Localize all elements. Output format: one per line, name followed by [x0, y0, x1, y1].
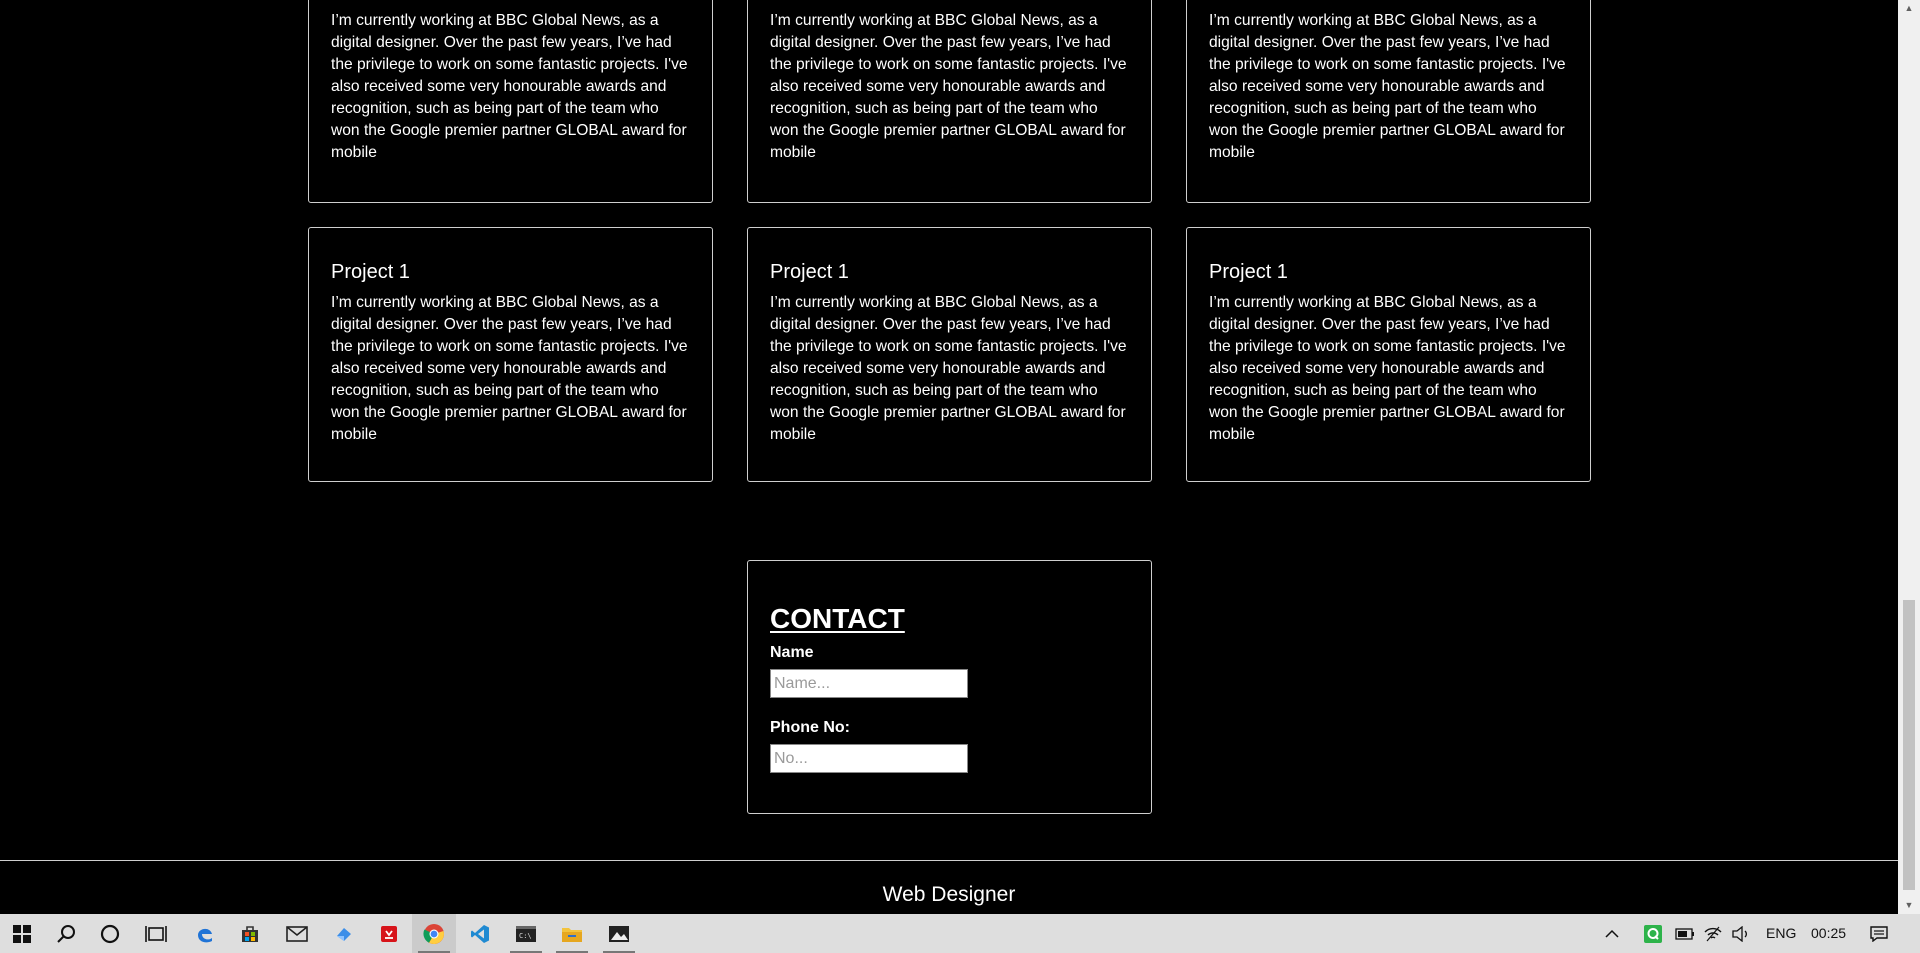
cortana-icon[interactable]	[88, 914, 132, 953]
notifications-icon[interactable]	[1866, 914, 1892, 953]
contact-heading: CONTACT	[770, 603, 905, 634]
project-description: I’m currently working at BBC Global News…	[1209, 12, 1566, 161]
clock[interactable]: 00:25	[1811, 914, 1846, 953]
project-title	[770, 0, 1129, 2]
project-card: I’m currently working at BBC Global News…	[747, 0, 1152, 203]
wifi-icon[interactable]	[1700, 914, 1726, 953]
project-description: I’m currently working at BBC Global News…	[331, 12, 688, 161]
scroll-up-arrow-icon[interactable]: ▲	[1898, 0, 1920, 17]
phone-input[interactable]	[770, 744, 968, 773]
language-indicator[interactable]: ENG	[1766, 914, 1796, 953]
project-description: I’m currently working at BBC Global News…	[331, 294, 688, 443]
terminal-icon[interactable]: C:\	[504, 914, 548, 953]
file-explorer-icon[interactable]	[550, 914, 594, 953]
project-card: Project 1 I’m currently working at BBC G…	[747, 227, 1152, 482]
scrollbar-thumb[interactable]	[1903, 600, 1915, 890]
search-icon[interactable]	[44, 914, 88, 953]
contact-form: CONTACT Name Phone No:	[747, 560, 1152, 814]
photos-icon[interactable]	[597, 914, 641, 953]
web-page: I’m currently working at BBC Global News…	[0, 0, 1898, 914]
project-title: Project 1	[331, 261, 410, 283]
project-description: I’m currently working at BBC Global News…	[1209, 294, 1566, 443]
vertical-scrollbar[interactable]: ▲ ▼	[1898, 0, 1920, 914]
project-title: Project 1	[770, 261, 849, 283]
pdf-icon[interactable]	[367, 914, 411, 953]
project-title	[1209, 0, 1568, 2]
name-input[interactable]	[770, 669, 968, 698]
battery-icon[interactable]	[1672, 914, 1698, 953]
project-card: Project 1 I’m currently working at BBC G…	[1186, 227, 1591, 482]
store-icon[interactable]	[228, 914, 272, 953]
phone-label: Phone No:	[770, 719, 850, 736]
project-card: I’m currently working at BBC Global News…	[1186, 0, 1591, 203]
project-card: I’m currently working at BBC Global News…	[308, 0, 713, 203]
chrome-icon[interactable]	[412, 914, 456, 953]
vscode-icon[interactable]	[458, 914, 502, 953]
task-view-icon[interactable]	[134, 914, 178, 953]
edge-icon[interactable]	[183, 914, 227, 953]
start-icon[interactable]	[0, 914, 44, 953]
app-icon[interactable]	[322, 914, 366, 953]
project-description: I’m currently working at BBC Global News…	[770, 12, 1127, 161]
project-title: Project 1	[1209, 261, 1288, 283]
volume-icon[interactable]	[1728, 914, 1754, 953]
footer-text: Web Designer	[882, 883, 1016, 906]
mail-icon[interactable]	[275, 914, 319, 953]
footer: Web Designer	[0, 860, 1898, 914]
tray-app-icon[interactable]	[1641, 914, 1665, 953]
project-card: Project 1 I’m currently working at BBC G…	[308, 227, 713, 482]
scroll-down-arrow-icon[interactable]: ▼	[1898, 897, 1920, 914]
svg-text:C:\: C:\	[519, 932, 532, 940]
name-label: Name	[770, 644, 814, 661]
project-description: I’m currently working at BBC Global News…	[770, 294, 1127, 443]
chevron-up-icon[interactable]	[1600, 914, 1624, 953]
project-title	[331, 0, 690, 2]
taskbar: C:\ ENG 00:25	[0, 914, 1920, 953]
